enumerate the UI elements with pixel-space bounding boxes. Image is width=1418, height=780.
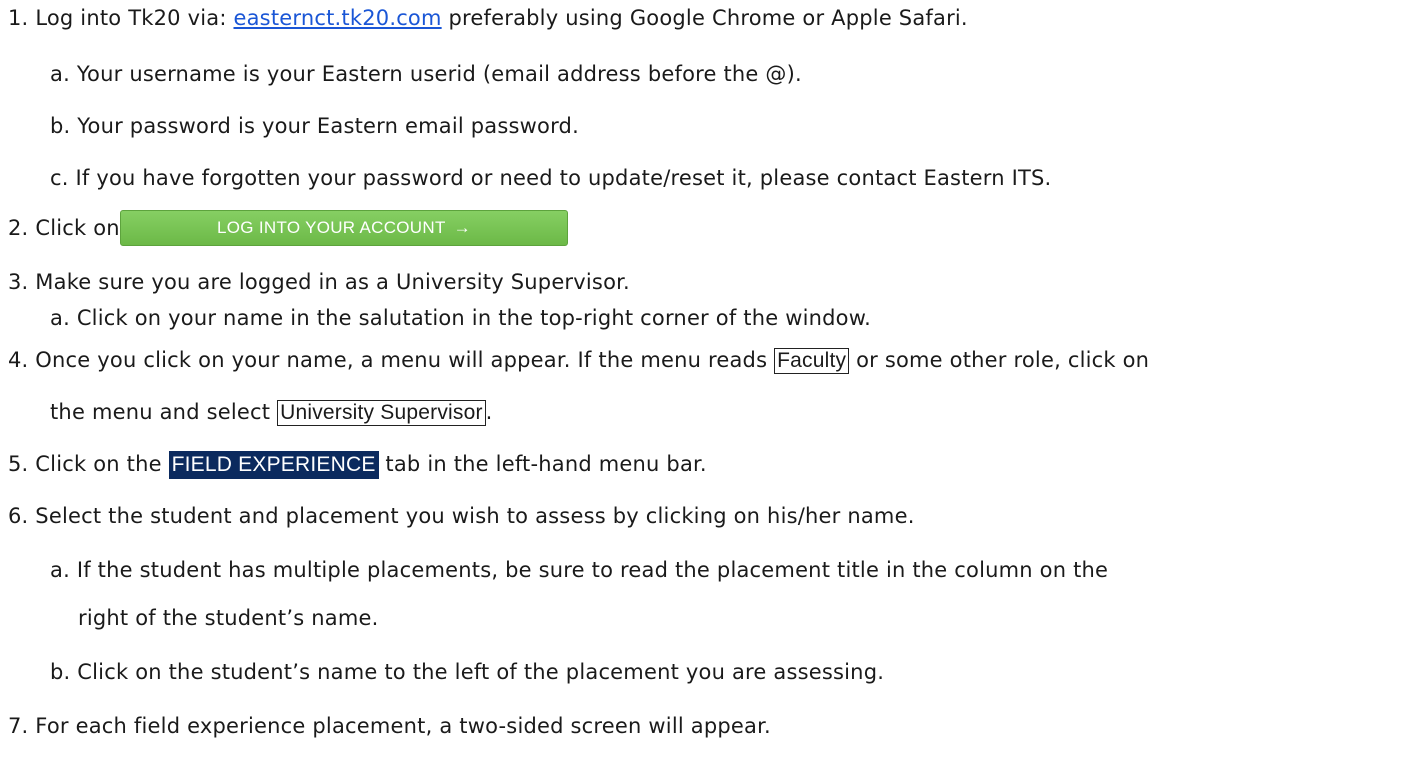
tk20-link[interactable]: easternct.tk20.com [233, 6, 441, 30]
step-4-line-2-post: . [485, 400, 493, 424]
step-4-text-post: or some other role, click on [849, 348, 1150, 372]
step-5-text-post: tab in the left-hand menu bar. [378, 452, 707, 476]
step-6: 6. Select the student and placement you … [8, 504, 915, 528]
step-6b: b. Click on the student’s name to the le… [50, 660, 885, 684]
university-supervisor-role-label: University Supervisor [277, 400, 486, 426]
step-1-text-post: preferably using Google Chrome or Apple … [441, 6, 968, 30]
arrow-right-icon: → [453, 218, 471, 237]
step-1b: b. Your password is your Eastern email p… [50, 114, 579, 138]
step-6a-line-1: a. If the student has multiple placement… [50, 558, 1109, 582]
field-experience-tab-label: FIELD EXPERIENCE [168, 451, 379, 479]
step-2-number: 2. [8, 216, 29, 240]
step-4-line-2: the menu and select University Superviso… [50, 398, 493, 426]
step-3a: a. Click on your name in the salutation … [50, 306, 872, 330]
step-5: 5. Click on the FIELD EXPERIENCE tab in … [8, 450, 707, 479]
step-4-line-1: 4. Once you click on your name, a menu w… [8, 346, 1149, 374]
step-1c: c. If you have forgotten your password o… [50, 166, 1052, 190]
step-2-text: Click on [35, 216, 120, 240]
step-3: 3. Make sure you are logged in as a Univ… [8, 270, 630, 294]
step-6a-line-2: right of the student’s name. [78, 606, 379, 630]
faculty-role-label: Faculty [774, 348, 850, 374]
step-1: 1. Log into Tk20 via: easternct.tk20.com… [8, 4, 968, 32]
log-into-account-button[interactable]: LOG INTO YOUR ACCOUNT → [120, 210, 568, 246]
log-into-account-label: LOG INTO YOUR ACCOUNT [217, 218, 446, 237]
step-1-number: 1. [8, 6, 29, 30]
step-7: 7. For each field experience placement, … [8, 714, 771, 738]
step-2: 2. Click on [8, 214, 120, 242]
step-1a: a. Your username is your Eastern userid … [50, 62, 802, 86]
step-5-text-pre: 5. Click on the [8, 452, 169, 476]
step-4-line-2-pre: the menu and select [50, 400, 278, 424]
step-4-text-pre: 4. Once you click on your name, a menu w… [8, 348, 775, 372]
step-1-text-pre: Log into Tk20 via: [35, 6, 234, 30]
